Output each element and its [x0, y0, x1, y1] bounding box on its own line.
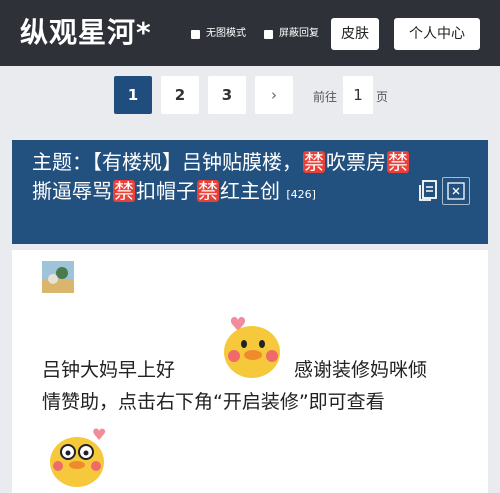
- duck-sticker-image: [192, 310, 290, 380]
- topic-title-text: 撕逼辱骂: [32, 179, 112, 203]
- page-3-button[interactable]: 3: [208, 76, 246, 114]
- block-replies-label: 屏蔽回复: [279, 28, 319, 39]
- topic-title-text: 红主创: [220, 179, 280, 203]
- page-unit-label: 页: [376, 90, 389, 104]
- skin-button[interactable]: 皮肤: [331, 18, 379, 50]
- page-2-button[interactable]: 2: [161, 76, 199, 114]
- top-header: 纵观星河* 无图模式 屏蔽回复 皮肤 个人中心: [0, 0, 500, 66]
- no-image-mode-toggle[interactable]: 无图模式: [191, 28, 246, 40]
- duck-sticker-image: [42, 420, 112, 490]
- ban-badge: 禁: [387, 150, 409, 174]
- goto-label: 前往: [313, 90, 338, 104]
- user-avatar[interactable]: [42, 261, 74, 293]
- topic-title-text: 吹票房: [326, 150, 386, 174]
- topic-title: 主题：【有楼规】吕钟贴膜楼，禁吹票房 禁撕逼辱骂禁扣帽子禁红主创 [426]: [32, 148, 410, 209]
- post-text-line: 吕钟大妈早上好: [42, 359, 176, 381]
- post-text-line: 情赞助，点击右下角“开启装修”即可查看: [42, 391, 385, 413]
- topic-title-text: 主题：【有楼规】吕钟贴膜楼，: [32, 150, 302, 174]
- user-center-button[interactable]: 个人中心: [394, 18, 480, 50]
- post-text-line: 感谢装修妈咪倾: [294, 359, 428, 381]
- ban-badge: 禁: [197, 179, 219, 203]
- checkbox-icon[interactable]: [264, 29, 273, 39]
- goto-page-input[interactable]: 1: [343, 76, 373, 114]
- close-icon[interactable]: [442, 177, 470, 205]
- ban-badge: 禁: [113, 179, 135, 203]
- topic-banner: 主题：【有楼规】吕钟贴膜楼，禁吹票房 禁撕逼辱骂禁扣帽子禁红主创 [426]: [12, 140, 488, 244]
- no-image-mode-label: 无图模式: [206, 28, 246, 39]
- topic-title-text: 扣帽子: [136, 179, 196, 203]
- copy-icon[interactable]: [416, 178, 440, 202]
- reply-count: [426]: [286, 188, 316, 201]
- page-1-button[interactable]: 1: [114, 76, 152, 114]
- next-page-button[interactable]: ›: [255, 76, 293, 114]
- block-replies-toggle[interactable]: 屏蔽回复: [264, 28, 319, 40]
- post-card: 吕钟大妈早上好 感谢装修妈咪倾 情赞助，点击右下角“开启装修”即可查看: [12, 250, 488, 493]
- ban-badge: 禁: [303, 150, 325, 174]
- site-brand[interactable]: 纵观星河*: [20, 14, 152, 52]
- checkbox-icon[interactable]: [191, 29, 200, 39]
